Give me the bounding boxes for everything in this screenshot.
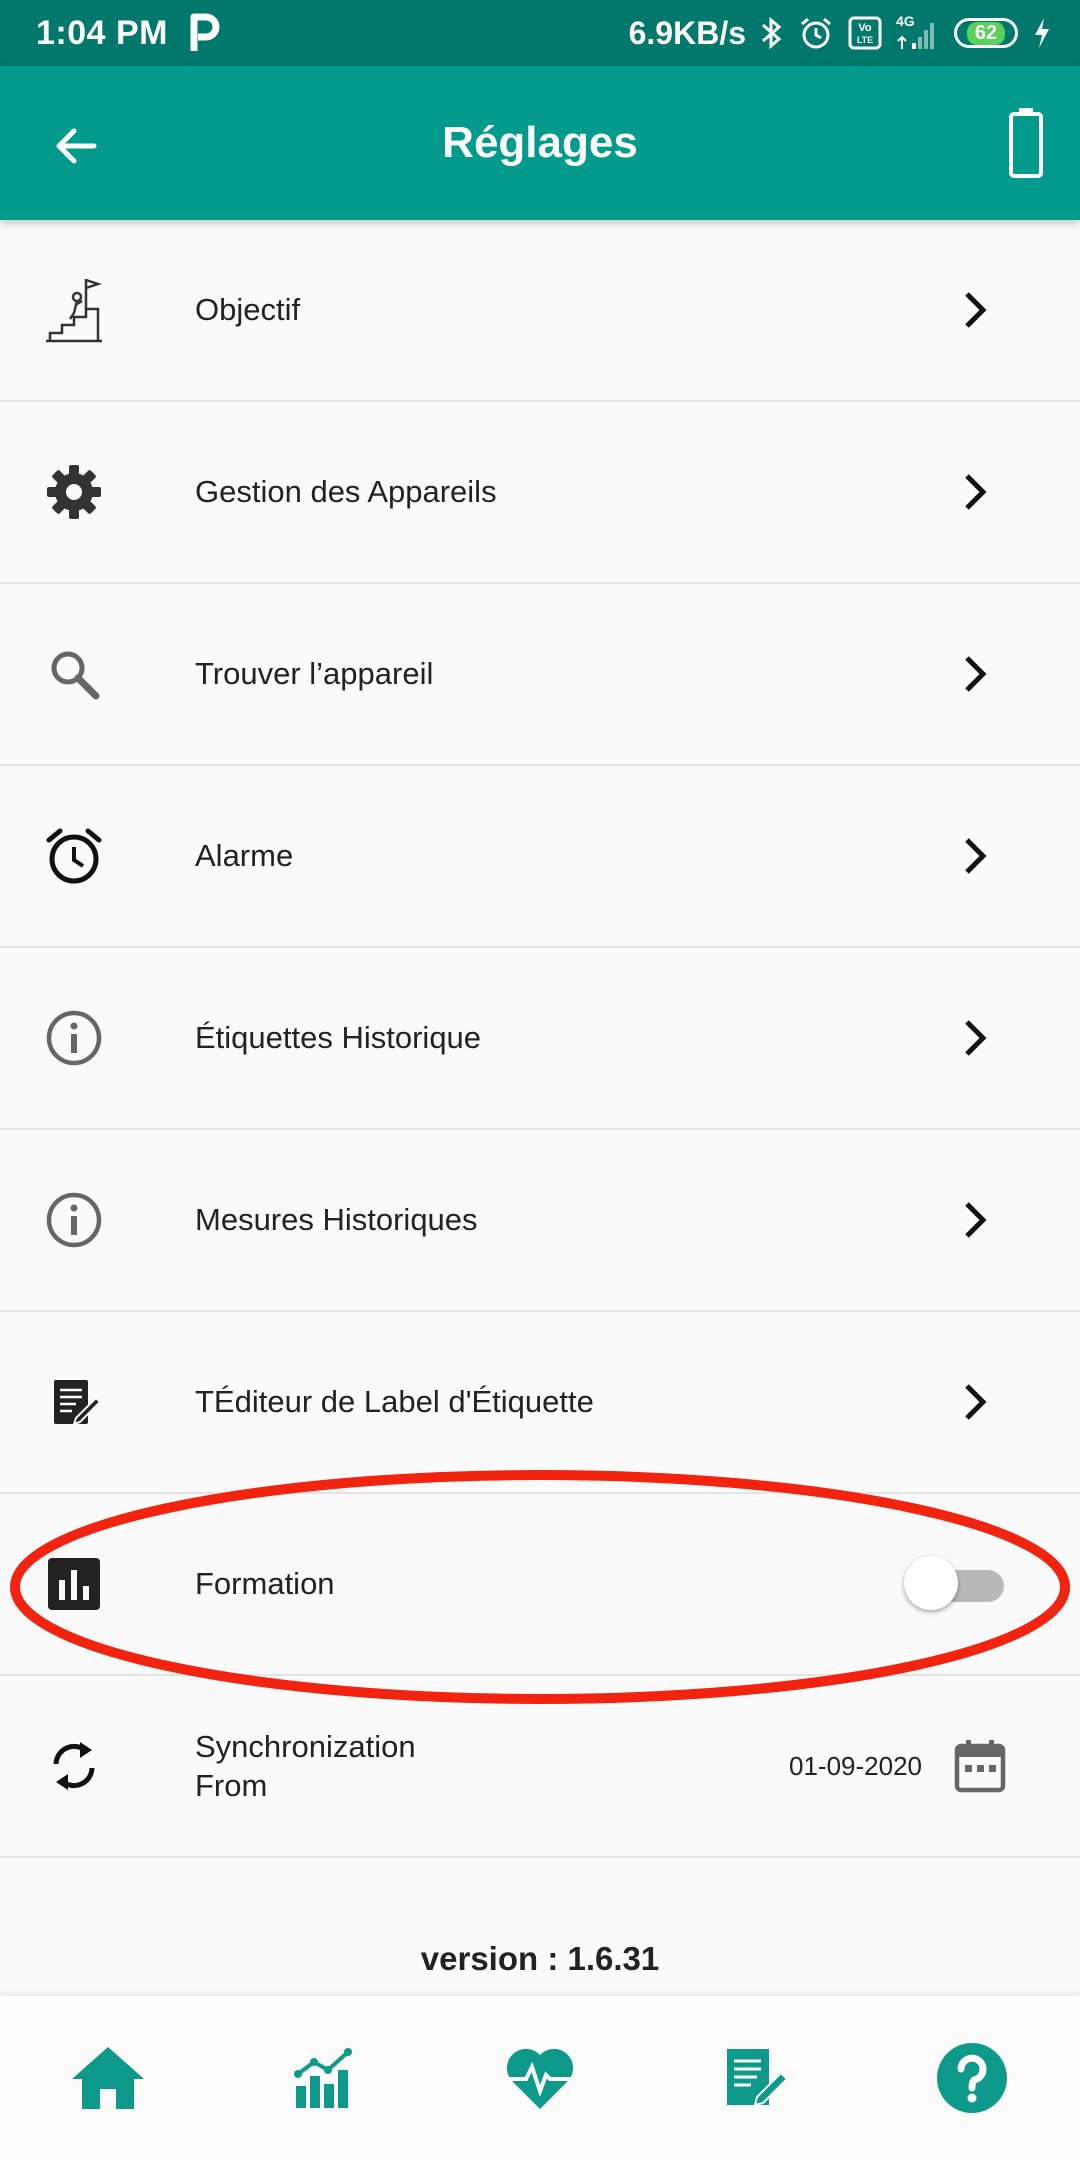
alarm-icon	[801, 17, 831, 49]
p-app-icon	[190, 13, 220, 51]
info-icon	[44, 1008, 104, 1068]
bluetooth-icon	[762, 16, 782, 50]
nav-help[interactable]	[907, 2013, 1037, 2143]
settings-item-label: Objectif	[195, 292, 301, 327]
heart-rate-icon	[506, 2048, 574, 2109]
chevron-right-icon	[965, 656, 987, 692]
sync-label-line1: Synchronization	[195, 1729, 416, 1764]
nav-notes[interactable]	[691, 2013, 821, 2143]
sync-label-line2: From	[195, 1768, 268, 1803]
version-text: version : 1.6.31	[420, 1940, 660, 1977]
chevron-right-icon	[965, 474, 987, 510]
chevron-right-icon	[965, 838, 987, 874]
sync-icon	[44, 1736, 104, 1796]
sync-date[interactable]: 01-09-2020	[789, 1751, 922, 1782]
chevron-right-icon	[965, 1384, 987, 1420]
battery-icon: 62	[954, 18, 1018, 48]
settings-item-editeur-label[interactable]: TÉditeur de Label d'Étiquette	[0, 1312, 1080, 1494]
nav-statistics[interactable]	[259, 2013, 389, 2143]
signal-icon: 4G	[896, 13, 940, 51]
settings-item-mesures-historiques[interactable]: Mesures Historiques	[0, 1130, 1080, 1312]
calendar-icon[interactable]	[954, 1738, 1006, 1794]
search-icon	[44, 644, 104, 704]
sync-label: Synchronization From	[195, 1727, 416, 1805]
settings-item-label: Trouver l’appareil	[195, 656, 434, 691]
bar-chart-icon	[44, 1554, 104, 1614]
svg-text:Vo: Vo	[858, 22, 872, 34]
notes-icon	[727, 2049, 789, 2107]
settings-item-alarme[interactable]: Alarme	[0, 766, 1080, 948]
goal-climb-icon	[44, 278, 104, 343]
network-speed: 6.9KB/s	[628, 14, 746, 51]
statistics-icon	[294, 2048, 352, 2108]
help-icon	[937, 2043, 1007, 2113]
settings-item-label: TÉditeur de Label d'Étiquette	[195, 1384, 594, 1419]
chevron-right-icon	[965, 1020, 987, 1056]
settings-item-label: Alarme	[195, 838, 294, 873]
svg-text:LTE: LTE	[857, 35, 873, 45]
settings-item-label: Mesures Historiques	[195, 1202, 478, 1237]
app-bar: Réglages	[0, 66, 1080, 220]
charging-icon	[1035, 18, 1049, 48]
edit-document-icon	[44, 1372, 104, 1432]
battery-level: 62	[966, 21, 1006, 45]
chevron-right-icon	[965, 292, 987, 328]
toggle-knob	[904, 1556, 958, 1610]
arrow-back-icon[interactable]	[46, 116, 106, 176]
settings-item-synchronization[interactable]: Synchronization From 01-09-2020	[0, 1676, 1080, 1858]
bottom-nav	[0, 1996, 1080, 2160]
status-icons: 6.9KB/s Vo LTE 4G 62	[628, 13, 1052, 52]
settings-item-objectif[interactable]: Objectif	[0, 220, 1080, 402]
battery-full-icon[interactable]	[1008, 106, 1044, 178]
settings-item-label: Gestion des Appareils	[195, 474, 497, 509]
nav-home[interactable]	[43, 2013, 173, 2143]
gear-icon	[44, 462, 104, 522]
info-icon	[44, 1190, 104, 1250]
settings-item-etiquettes-historique[interactable]: Étiquettes Historique	[0, 948, 1080, 1130]
settings-item-gestion-appareils[interactable]: Gestion des Appareils	[0, 402, 1080, 584]
settings-item-label: Étiquettes Historique	[195, 1020, 482, 1055]
settings-item-trouver-appareil[interactable]: Trouver l’appareil	[0, 584, 1080, 766]
settings-list: Objectif Gestion des Appareils Trouver l…	[0, 220, 1080, 1858]
volte-icon: Vo LTE	[848, 16, 882, 50]
settings-item-formation: Formation	[0, 1494, 1080, 1676]
home-icon	[72, 2047, 144, 2109]
formation-label: Formation	[195, 1566, 335, 1601]
nav-heart-rate[interactable]	[475, 2013, 605, 2143]
chevron-right-icon	[965, 1202, 987, 1238]
status-time: 1:04 PM	[36, 13, 168, 52]
alarm-clock-icon	[44, 826, 104, 886]
status-bar: 1:04 PM 6.9KB/s Vo LTE 4G 62	[0, 0, 1080, 66]
formation-toggle[interactable]	[904, 1556, 1004, 1612]
page-title: Réglages	[442, 118, 638, 167]
